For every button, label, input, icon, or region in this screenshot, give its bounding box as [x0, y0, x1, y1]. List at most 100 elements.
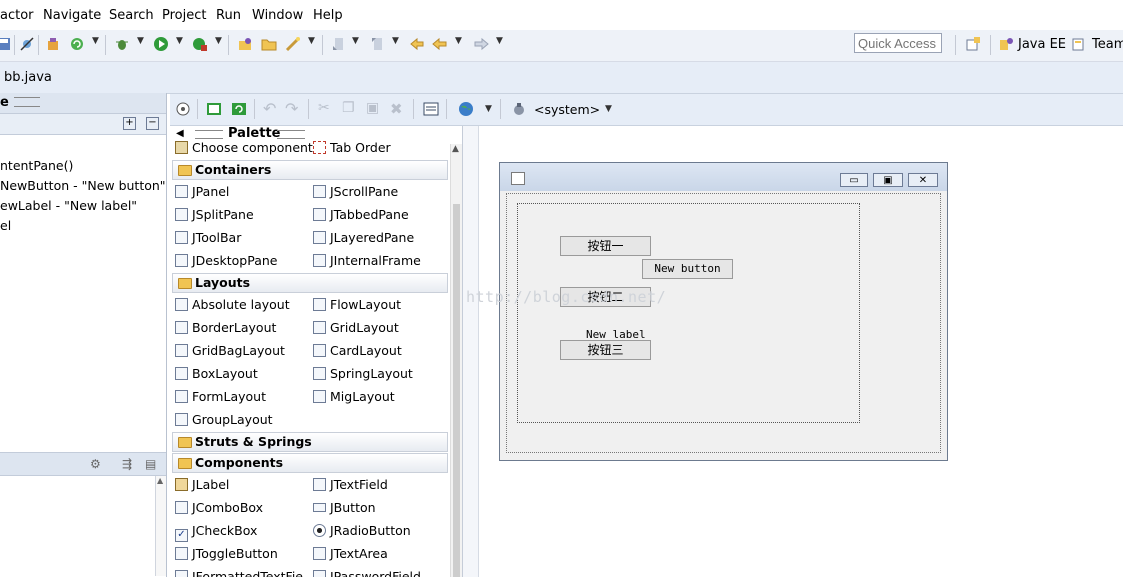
dropdown-arrow-icon[interactable]: ▼: [485, 104, 492, 114]
menu-navigate[interactable]: Navigate: [43, 8, 101, 23]
dropdown-arrow-icon[interactable]: ▼: [392, 36, 399, 46]
close-icon[interactable]: ✕: [908, 173, 938, 187]
properties-menu-icon[interactable]: ▤: [145, 457, 156, 471]
scroll-up-arrow-icon[interactable]: ▲: [452, 144, 459, 154]
palette-item-jsplitpane[interactable]: JSplitPane: [175, 206, 254, 224]
menu-project[interactable]: Project: [162, 8, 206, 23]
dropdown-arrow-icon[interactable]: ▼: [605, 104, 612, 114]
external-tools-icon[interactable]: [192, 36, 208, 52]
category-containers[interactable]: Containers: [172, 160, 448, 180]
dropdown-arrow-icon[interactable]: ▼: [137, 36, 144, 46]
properties-scrollbar[interactable]: ▲: [155, 476, 166, 576]
category-struts-springs[interactable]: Struts & Springs: [172, 432, 448, 452]
source-view-icon[interactable]: [206, 101, 222, 117]
open-type-icon[interactable]: [237, 36, 253, 52]
dropdown-arrow-icon[interactable]: ▼: [496, 36, 503, 46]
category-components[interactable]: Components: [172, 453, 448, 473]
perspective-java-ee-label[interactable]: Java EE: [1018, 37, 1066, 52]
menu-search[interactable]: Search: [109, 8, 154, 23]
palette-item-jcombobox[interactable]: JComboBox: [175, 499, 263, 517]
dropdown-arrow-icon[interactable]: ▼: [352, 36, 359, 46]
test-preview-icon[interactable]: [175, 101, 191, 117]
palette-item-jtextarea[interactable]: JTextArea: [313, 545, 388, 563]
palette-item-jtextfield[interactable]: JTextField: [313, 476, 388, 494]
tree-item[interactable]: el: [0, 218, 11, 233]
open-folder-icon[interactable]: [261, 36, 277, 52]
menu-refactor[interactable]: actor: [0, 8, 34, 23]
forward-icon[interactable]: [473, 36, 489, 52]
tree-item[interactable]: ewLabel - "New label": [0, 198, 137, 213]
perspective-team-label[interactable]: Team: [1092, 37, 1123, 52]
paste-icon[interactable]: ▣: [366, 100, 379, 116]
next-annotation-icon[interactable]: [331, 36, 347, 52]
expand-icon[interactable]: +: [123, 117, 136, 130]
palette-item-jcheckbox[interactable]: ✓ JCheckBox: [175, 522, 257, 542]
palette-item-formlayout[interactable]: FormLayout: [175, 388, 266, 406]
tree-item[interactable]: ntentPane(): [0, 158, 73, 173]
dropdown-arrow-icon[interactable]: ▼: [176, 36, 183, 46]
cut-icon[interactable]: ✂: [318, 100, 330, 116]
dropdown-arrow-icon[interactable]: ▼: [92, 36, 99, 46]
category-layouts[interactable]: Layouts: [172, 273, 448, 293]
dropdown-arrow-icon[interactable]: ▼: [455, 36, 462, 46]
team-perspective-icon[interactable]: [1071, 36, 1087, 52]
collapse-icon[interactable]: −: [146, 117, 159, 130]
palette-item-jscrollpane[interactable]: JScrollPane: [313, 183, 398, 201]
look-and-feel-icon[interactable]: [511, 101, 527, 117]
editor-tab-bb-java[interactable]: bb.java: [4, 70, 52, 85]
refresh-design-icon[interactable]: [231, 101, 247, 117]
palette-collapse-arrow-icon[interactable]: ◀: [176, 128, 184, 139]
skip-breakpoints-icon[interactable]: [19, 36, 35, 52]
palette-item-miglayout[interactable]: MigLayout: [313, 388, 395, 406]
palette-item-jdesktoppane[interactable]: JDesktopPane: [175, 252, 278, 270]
palette-item-jformattedtextfield[interactable]: JFormattedTextFie: [175, 568, 303, 577]
tree-item[interactable]: NewButton - "New button": [0, 178, 166, 193]
palette-item-flowlayout[interactable]: FlowLayout: [313, 296, 401, 314]
minimize-icon[interactable]: ▭: [840, 173, 868, 187]
menu-help[interactable]: Help: [313, 8, 343, 23]
properties-tool-icon[interactable]: ⚙: [90, 457, 101, 471]
palette-item-jlabel[interactable]: JLabel: [175, 476, 229, 494]
debug-icon[interactable]: [114, 36, 130, 52]
palette-item-grouplayout[interactable]: GroupLayout: [175, 411, 273, 429]
palette-item-jbutton[interactable]: JButton: [313, 499, 376, 517]
palette-item-borderlayout[interactable]: BorderLayout: [175, 319, 276, 337]
palette-item-gridlayout[interactable]: GridLayout: [313, 319, 399, 337]
refresh-green-icon[interactable]: [69, 36, 85, 52]
palette-item-springlayout[interactable]: SpringLayout: [313, 365, 413, 383]
dropdown-arrow-icon[interactable]: ▼: [215, 36, 222, 46]
palette-item-boxlayout[interactable]: BoxLayout: [175, 365, 258, 383]
palette-item-jtogglebutton[interactable]: JToggleButton: [175, 545, 278, 563]
frame-title-bar[interactable]: ▭ ▣ ✕: [500, 163, 947, 191]
palette-item-jtabbedpane[interactable]: JTabbedPane: [313, 206, 409, 224]
palette-item-jinternalframe[interactable]: JInternalFrame: [313, 252, 421, 270]
run-icon[interactable]: [153, 36, 169, 52]
properties-view-icon[interactable]: [423, 101, 439, 117]
palette-item-gridbaglayout[interactable]: GridBagLayout: [175, 342, 285, 360]
palette-item-jpanel[interactable]: JPanel: [175, 183, 229, 201]
dropdown-arrow-icon[interactable]: ▼: [308, 36, 315, 46]
open-perspective-icon[interactable]: [965, 36, 981, 52]
globe-icon[interactable]: [458, 101, 474, 117]
delete-icon[interactable]: ✖: [390, 100, 403, 118]
system-laf-label[interactable]: <system>: [534, 102, 600, 117]
wand-icon[interactable]: [285, 36, 301, 52]
design-frame[interactable]: ▭ ▣ ✕ 按钮一 New button 按钮二 New label 按钮三: [499, 162, 948, 461]
properties-filter-icon[interactable]: ⇶: [122, 457, 132, 471]
palette-item-jpasswordfield[interactable]: JPasswordField: [313, 568, 421, 577]
palette-item-absolute-layout[interactable]: Absolute layout: [175, 296, 290, 314]
button-3[interactable]: 按钮三: [560, 340, 651, 360]
palette-item-cardlayout[interactable]: CardLayout: [313, 342, 402, 360]
palette-item-jtoolbar[interactable]: JToolBar: [175, 229, 241, 247]
menu-window[interactable]: Window: [252, 8, 303, 23]
button-1[interactable]: 按钮一: [560, 236, 651, 256]
palette-item-jlayeredpane[interactable]: JLayeredPane: [313, 229, 414, 247]
menu-run[interactable]: Run: [216, 8, 241, 23]
last-edit-icon[interactable]: [409, 36, 425, 52]
new-button[interactable]: New button: [642, 259, 733, 279]
new-java-project-icon[interactable]: [45, 36, 61, 52]
palette-scroll-thumb[interactable]: [453, 204, 460, 577]
save-icon[interactable]: [0, 36, 12, 52]
maximize-icon[interactable]: ▣: [873, 173, 903, 187]
quick-access-input[interactable]: [854, 33, 942, 53]
